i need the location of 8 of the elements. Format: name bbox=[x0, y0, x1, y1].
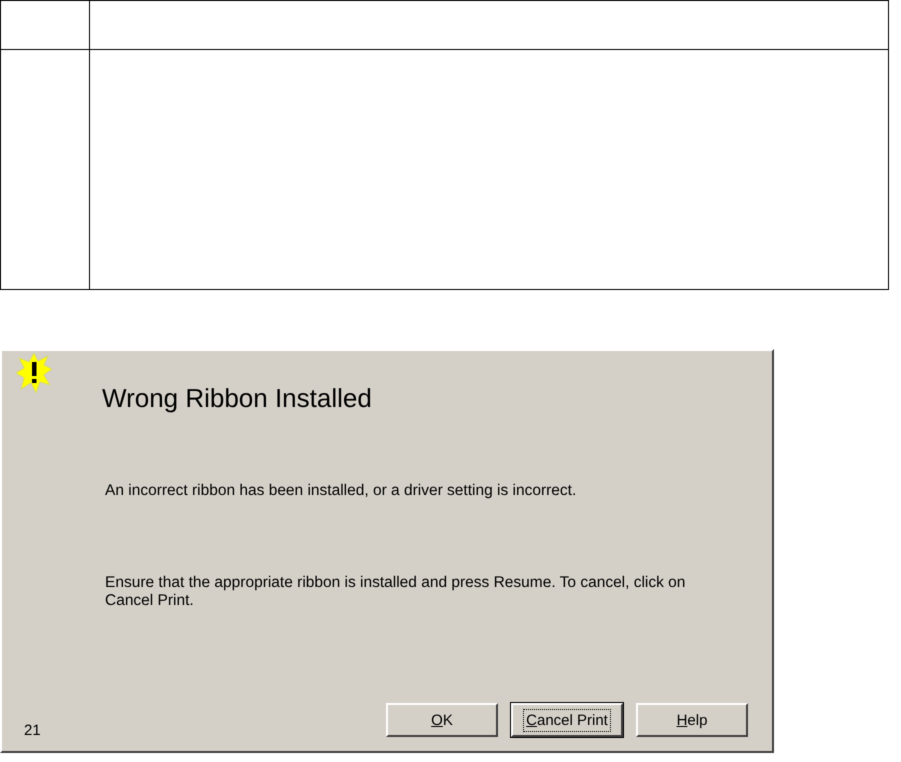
dialog-button[interactable]: Cancel Print bbox=[511, 703, 623, 737]
dialog-button[interactable]: Help bbox=[636, 703, 748, 737]
warning-icon bbox=[16, 353, 52, 393]
error-code: 21 bbox=[24, 722, 41, 739]
dialog-button[interactable]: OK bbox=[386, 703, 498, 737]
message-text: Ensure that the appropriate ribbon is installed and press Resume. To cancel, click on Cancel Print. bbox=[105, 574, 686, 610]
message-text: An incorrect ribbon has been installed, or a driver setting is incorrect. bbox=[105, 482, 578, 500]
dialog-title: Wrong Ribbon Installed bbox=[102, 383, 373, 414]
